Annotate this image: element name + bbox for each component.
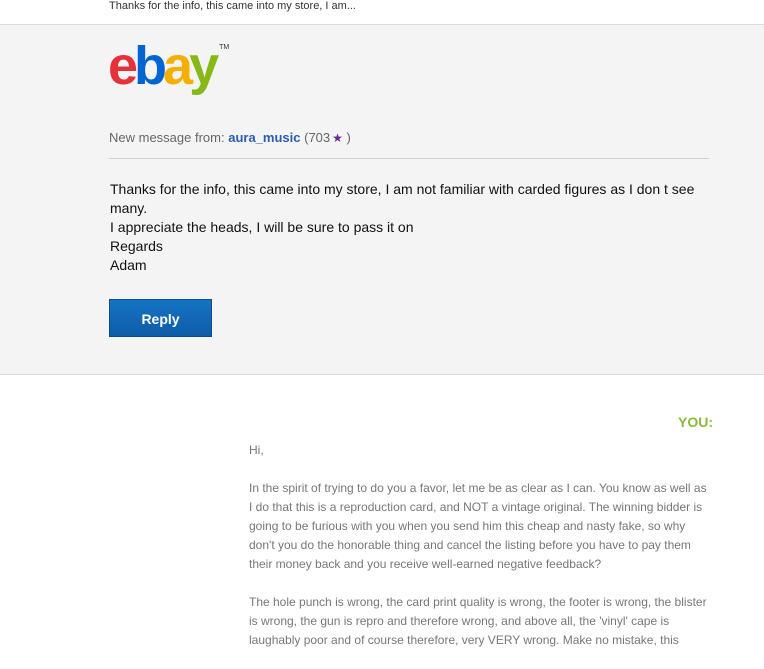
message-line: Regards [110,238,163,254]
reply-button[interactable]: Reply [109,299,212,337]
divider [109,158,709,159]
feedback-score: (703 [304,130,331,145]
preheader-bar: Thanks for the info, this came into my s… [0,0,764,25]
purple-star-icon: ★ [332,131,343,145]
logo-letter-e: e [108,36,138,96]
sender-username-link[interactable]: aura_music [228,130,300,145]
quoted-paragraph: The hole punch is wrong, the card print … [249,595,707,647]
message-line: I appreciate the heads, I will be sure t… [110,219,414,235]
quoted-paragraph: In the spirit of trying to do you a favo… [249,481,707,571]
message-line: Adam [110,257,147,273]
ebay-logo: ebay TM [108,36,248,96]
feedback-close: ) [346,130,351,145]
sender-line: New message from: aura_music (703 ★ ) [109,130,351,145]
trademark-mark: TM [219,44,230,51]
logo-letter-a: a [163,36,193,96]
you-label: YOU: [678,414,713,430]
logo-letter-y: y [189,36,219,96]
quoted-message: Hi, In the spirit of trying to do you a … [249,441,711,669]
quoted-paragraph: Hi, [249,443,264,457]
logo-letter-b: b [134,36,167,96]
preheader-text: Thanks for the info, this came into my s… [109,0,356,12]
message-body: Thanks for the info, this came into my s… [110,180,710,275]
message-panel: ebay TM New message from: aura_music (703… [0,25,764,375]
from-label: New message from: [109,130,225,145]
message-line: Thanks for the info, this came into my s… [110,181,695,216]
